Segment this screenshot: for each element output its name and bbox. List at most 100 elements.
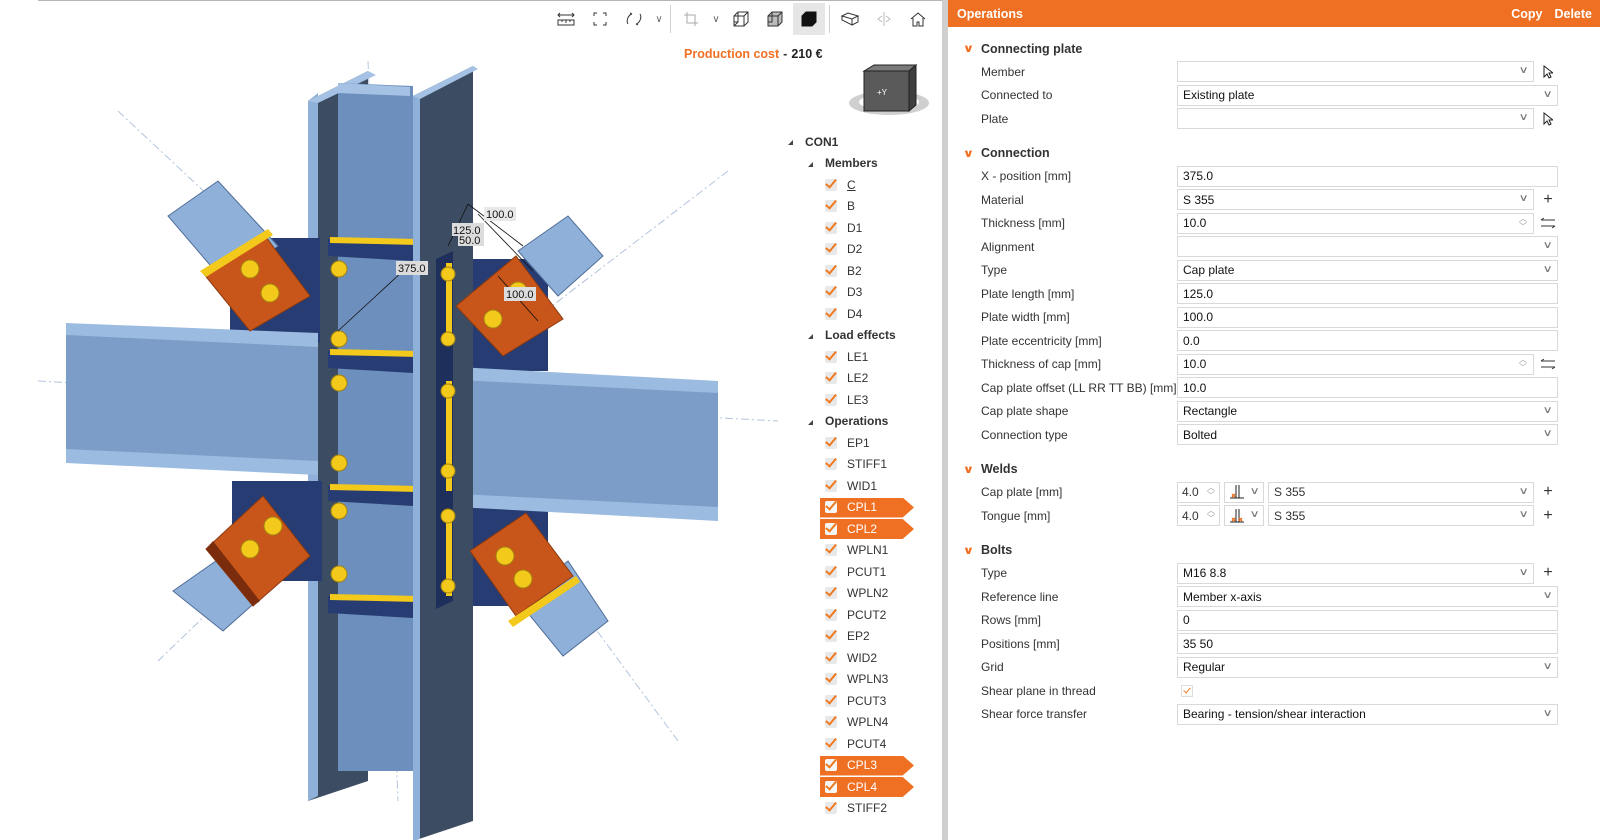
rows-input[interactable]: 0 <box>1177 609 1558 631</box>
tree-item-b[interactable]: B <box>780 196 940 218</box>
checkbox[interactable] <box>825 608 837 621</box>
tree-item-stiff1[interactable]: STIFF1 <box>780 454 940 476</box>
checkbox[interactable] <box>825 178 837 191</box>
reference-line-select[interactable]: Member x-axis ∨ <box>1177 586 1558 608</box>
3d-viewport[interactable]: 375.0 100.0 125.0 50.0 100.0 ∨ ∨ Product… <box>38 0 942 840</box>
rotate-button[interactable] <box>618 3 650 35</box>
tree-item-d3[interactable]: D3 <box>780 282 940 304</box>
spinner-icon[interactable]: ︿ ﹀ <box>1519 355 1527 372</box>
checkbox[interactable] <box>825 522 837 535</box>
tree-item-ep2[interactable]: EP2 <box>780 626 940 648</box>
tree-item-d4[interactable]: D4 <box>780 303 940 325</box>
checkbox[interactable] <box>825 264 837 277</box>
x-position-input[interactable]: 375.0 <box>1177 165 1558 187</box>
spinner-icon[interactable]: ︿ ﹀ <box>1519 214 1527 231</box>
copy-button[interactable]: Copy <box>1511 7 1542 21</box>
add-weld-material-button[interactable]: + <box>1540 505 1556 526</box>
tree-item-d1[interactable]: D1 <box>780 217 940 239</box>
checkbox[interactable] <box>825 221 837 234</box>
tree-item-ep1[interactable]: EP1 <box>780 432 940 454</box>
plate-eccentricity-input[interactable]: 0.0 <box>1177 330 1558 352</box>
tree-item-wpln3[interactable]: WPLN3 <box>780 669 940 691</box>
tree-item-wid2[interactable]: WID2 <box>780 647 940 669</box>
weld-tongue-thickness-input[interactable]: 4.0 ︿ ﹀ <box>1177 505 1220 527</box>
plate-select[interactable]: ∨ <box>1177 108 1534 130</box>
cap-plate-shape-select[interactable]: Rectangle ∨ <box>1177 400 1558 422</box>
tree-item-pcut3[interactable]: PCUT3 <box>780 690 940 712</box>
tree-item-pcut4[interactable]: PCUT4 <box>780 733 940 755</box>
section-welds[interactable]: ∨ Welds <box>948 458 1600 481</box>
material-select[interactable]: S 355 ∨ <box>1177 189 1534 211</box>
collapse-triangle-icon[interactable] <box>808 419 813 425</box>
weld-cap-plate-thickness-input[interactable]: 4.0 ︿ ﹀ <box>1177 481 1220 503</box>
add-bolt-type-button[interactable]: + <box>1540 563 1556 584</box>
member-select[interactable]: ∨ <box>1177 61 1534 83</box>
tree-group-members[interactable]: Members <box>780 153 940 175</box>
spinner-icon[interactable]: ︿ ﹀ <box>1207 507 1215 523</box>
tree-item-cpl1[interactable]: CPL1 <box>780 497 940 519</box>
weld-tongue-type-select[interactable]: ∨ <box>1224 505 1264 527</box>
connection-type-select[interactable]: Bolted ∨ <box>1177 424 1558 446</box>
checkbox[interactable] <box>825 200 837 213</box>
thickness-input[interactable]: 10.0 ︿ ﹀ <box>1177 212 1534 234</box>
spinner-icon[interactable]: ︿ ﹀ <box>1207 483 1215 500</box>
tree-item-cpl2[interactable]: CPL2 <box>780 518 940 540</box>
zoom-fit-button[interactable] <box>584 3 616 35</box>
checkbox[interactable] <box>825 372 837 385</box>
3d-scene[interactable]: 375.0 100.0 125.0 50.0 100.0 <box>38 1 798 840</box>
alignment-select[interactable]: ∨ <box>1177 236 1558 258</box>
navigation-cube[interactable]: +Y <box>844 61 934 123</box>
tree-item-wid1[interactable]: WID1 <box>780 475 940 497</box>
collapse-triangle-icon[interactable] <box>788 140 793 146</box>
checkbox[interactable] <box>825 243 837 256</box>
checkbox[interactable] <box>825 587 837 600</box>
tree-item-d2[interactable]: D2 <box>780 239 940 261</box>
tree-item-pcut1[interactable]: PCUT1 <box>780 561 940 583</box>
tree-item-pcut2[interactable]: PCUT2 <box>780 604 940 626</box>
add-weld-material-button[interactable]: + <box>1540 482 1556 503</box>
mirror-button[interactable] <box>868 3 900 35</box>
shear-force-transfer-select[interactable]: Bearing - tension/shear interaction ∨ <box>1177 703 1558 725</box>
collapse-triangle-icon[interactable] <box>808 161 813 167</box>
solid-view-button[interactable] <box>793 3 825 35</box>
rotate-dropdown[interactable]: ∨ <box>652 3 666 35</box>
checkbox[interactable] <box>825 565 837 578</box>
checkbox[interactable] <box>825 630 837 643</box>
tree-item-le3[interactable]: LE3 <box>780 389 940 411</box>
measure-button[interactable] <box>550 3 582 35</box>
checkbox[interactable] <box>825 673 837 686</box>
section-view-button[interactable] <box>834 3 866 35</box>
tree-item-cpl3[interactable]: CPL3 <box>780 755 940 777</box>
section-bolts[interactable]: ∨ Bolts <box>948 539 1600 562</box>
tree-item-wpln1[interactable]: WPLN1 <box>780 540 940 562</box>
checkbox[interactable] <box>825 501 837 514</box>
checkbox[interactable] <box>825 651 837 664</box>
checkbox[interactable] <box>825 694 837 707</box>
tree-item-le2[interactable]: LE2 <box>780 368 940 390</box>
wireframe-view-button[interactable] <box>725 3 757 35</box>
plate-width-input[interactable]: 100.0 <box>1177 306 1558 328</box>
collapse-triangle-icon[interactable] <box>808 333 813 339</box>
pick-plate-button[interactable] <box>1540 108 1556 129</box>
swap-thickness-button[interactable] <box>1540 213 1556 234</box>
home-view-button[interactable] <box>902 3 934 35</box>
checkbox[interactable] <box>825 307 837 320</box>
checkbox[interactable] <box>825 759 837 772</box>
transparent-view-button[interactable] <box>759 3 791 35</box>
tree-group-load-effects[interactable]: Load effects <box>780 325 940 347</box>
checkbox[interactable] <box>825 286 837 299</box>
checkbox[interactable] <box>825 350 837 363</box>
delete-button[interactable]: Delete <box>1554 7 1592 21</box>
tree-item-cpl4[interactable]: CPL4 <box>780 776 940 798</box>
checkbox[interactable] <box>825 458 837 471</box>
plate-length-input[interactable]: 125.0 <box>1177 283 1558 305</box>
tree-item-stiff2[interactable]: STIFF2 <box>780 798 940 820</box>
weld-tongue-material-select[interactable]: S 355 ∨ <box>1268 505 1534 527</box>
checkbox[interactable] <box>825 716 837 729</box>
weld-cap-plate-type-select[interactable]: ∨ <box>1224 481 1264 503</box>
tree-item-wpln2[interactable]: WPLN2 <box>780 583 940 605</box>
checkbox[interactable] <box>825 780 837 793</box>
tree-item-c[interactable]: C <box>780 174 940 196</box>
shear-plane-checkbox[interactable] <box>1181 684 1193 697</box>
swap-cap-thickness-button[interactable] <box>1540 354 1556 375</box>
